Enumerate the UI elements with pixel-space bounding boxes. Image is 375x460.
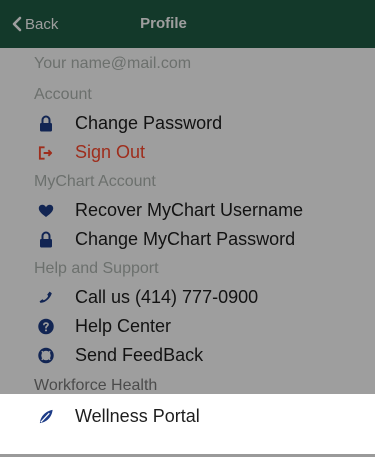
wellness-portal-item[interactable]: Wellness Portal (0, 401, 375, 432)
sign-out-item[interactable]: Sign Out (0, 138, 375, 167)
recover-username-item[interactable]: Recover MyChart Username (0, 196, 375, 225)
call-us-label: Call us (414) 777-0900 (75, 287, 259, 307)
section-help-and-support: Help and Support (34, 259, 159, 277)
help-center-label: Help Center (75, 316, 172, 336)
send-feedback-item[interactable]: Send FeedBack (0, 341, 375, 370)
change-mychart-password-label: Change MyChart Password (75, 229, 296, 249)
lock-icon (38, 115, 54, 133)
back-label: Back (25, 15, 59, 33)
change-password-label: Change Password (75, 113, 223, 133)
lock-icon (38, 231, 54, 249)
chevron-left-icon (12, 16, 22, 32)
send-feedback-label: Send FeedBack (75, 345, 204, 365)
call-us-item[interactable]: Call us (414) 777-0900 (0, 283, 375, 312)
section-mychart-account: MyChart Account (34, 172, 156, 190)
help-center-item[interactable]: Help Center (0, 312, 375, 341)
sign-out-icon (38, 144, 54, 162)
section-workforce-health: Workforce Health (34, 376, 158, 394)
change-mychart-password-item[interactable]: Change MyChart Password (0, 225, 375, 254)
profile-menu: Your name@mail.com Account Change Passwo… (0, 48, 375, 432)
change-password-item[interactable]: Change Password (0, 109, 375, 138)
heart-icon (38, 202, 54, 220)
recover-username-label: Recover MyChart Username (75, 200, 304, 220)
question-circle-icon (38, 318, 54, 336)
back-button[interactable]: Back (12, 0, 58, 48)
leaf-icon (38, 408, 54, 426)
account-email-hint: Your name@mail.com (34, 55, 192, 72)
wellness-portal-label: Wellness Portal (75, 406, 200, 426)
lifebuoy-icon (38, 347, 54, 365)
nav-bar: Back Profile (0, 0, 375, 48)
sign-out-label: Sign Out (75, 142, 146, 162)
phone-icon (38, 289, 54, 307)
section-account: Account (34, 85, 92, 103)
divider (0, 454, 375, 457)
